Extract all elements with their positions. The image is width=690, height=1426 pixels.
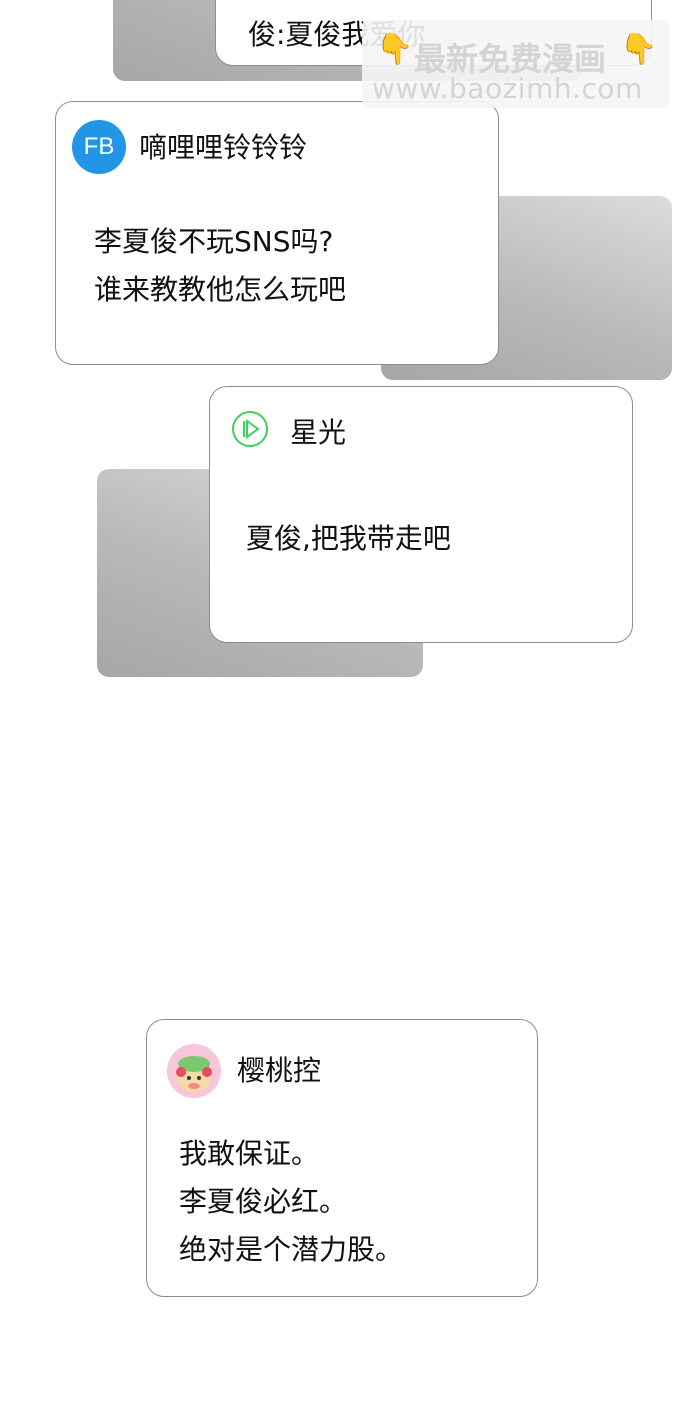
watermark: 👇 最新免费漫画 👇 www.baozimh.com [362, 20, 670, 108]
watermark-url: www.baozimh.com [372, 72, 643, 105]
username: 嘀哩哩铃铃铃 [139, 131, 308, 164]
pointing-down-hand-icon: 👇 [620, 32, 658, 67]
username: 星光 [290, 416, 347, 449]
cherry-character-avatar [167, 1044, 221, 1098]
comment-card: 樱桃控 我敢保证。 李夏俊必红。 绝对是个潜力股。 [146, 1019, 538, 1297]
comment-card: FB 嘀哩哩铃铃铃 李夏俊不玩SNS吗? 谁来教教他怎么玩吧 [55, 101, 499, 365]
comment-card: 星光 夏俊,把我带走吧 [209, 386, 633, 643]
username: 樱桃控 [237, 1054, 322, 1087]
fb-icon: FB [72, 120, 126, 174]
pointing-down-hand-icon: 👇 [376, 32, 414, 67]
comment-text: 李夏俊不玩SNS吗? 谁来教教他怎么玩吧 [94, 225, 347, 306]
comment-text: 夏俊,把我带走吧 [246, 522, 451, 555]
comment-text: 我敢保证。 李夏俊必红。 绝对是个潜力股。 [179, 1137, 404, 1266]
play-icon [232, 411, 268, 447]
